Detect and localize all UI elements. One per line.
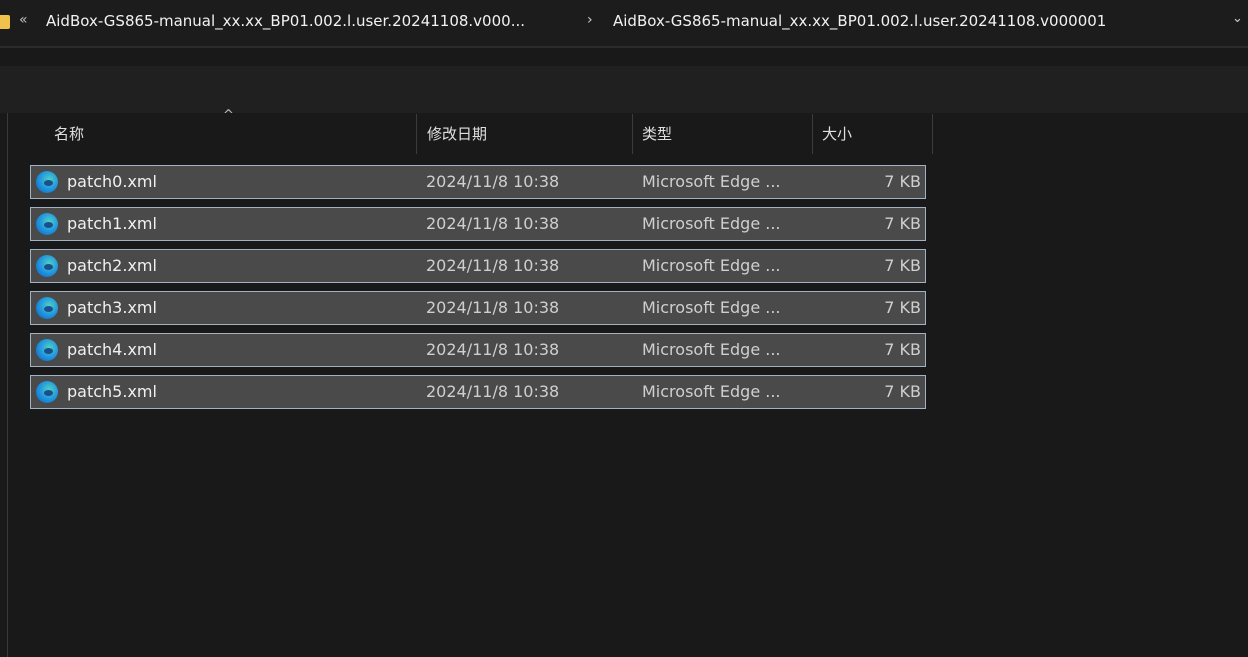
breadcrumb-overflow-icon[interactable]: «	[19, 12, 28, 28]
file-name: patch1.xml	[67, 214, 157, 233]
file-type: Microsoft Edge ...	[642, 256, 781, 275]
column-header-date[interactable]: 修改日期	[427, 114, 487, 154]
file-name: patch2.xml	[67, 256, 157, 275]
nav-pane-divider[interactable]	[7, 113, 8, 657]
folder-icon	[0, 15, 10, 29]
file-type: Microsoft Edge ...	[642, 382, 781, 401]
file-name: patch5.xml	[67, 382, 157, 401]
breadcrumb-chevron-icon[interactable]: ›	[587, 12, 593, 28]
edge-icon	[36, 381, 58, 403]
file-row[interactable]: patch3.xml 2024/11/8 10:38 Microsoft Edg…	[30, 291, 926, 325]
file-type: Microsoft Edge ...	[642, 172, 781, 191]
edge-icon	[36, 297, 58, 319]
column-separator[interactable]	[416, 114, 417, 154]
file-size: 7 KB	[884, 340, 921, 359]
breadcrumb-parent[interactable]: AidBox-GS865-manual_xx.xx_BP01.002.l.use…	[46, 12, 525, 30]
file-date: 2024/11/8 10:38	[426, 172, 560, 191]
file-row[interactable]: patch5.xml 2024/11/8 10:38 Microsoft Edg…	[30, 375, 926, 409]
file-type: Microsoft Edge ...	[642, 298, 781, 317]
file-size: 7 KB	[884, 256, 921, 275]
file-size: 7 KB	[884, 298, 921, 317]
file-row[interactable]: patch1.xml 2024/11/8 10:38 Microsoft Edg…	[30, 207, 926, 241]
file-date: 2024/11/8 10:38	[426, 256, 560, 275]
breadcrumb-current[interactable]: AidBox-GS865-manual_xx.xx_BP01.002.l.use…	[613, 12, 1106, 30]
address-bar[interactable]: « AidBox-GS865-manual_xx.xx_BP01.002.l.u…	[0, 0, 1248, 46]
file-size: 7 KB	[884, 382, 921, 401]
file-date: 2024/11/8 10:38	[426, 340, 560, 359]
toolbar	[0, 66, 1248, 113]
file-type: Microsoft Edge ...	[642, 340, 781, 359]
file-row[interactable]: patch4.xml 2024/11/8 10:38 Microsoft Edg…	[30, 333, 926, 367]
column-separator[interactable]	[812, 114, 813, 154]
file-name: patch3.xml	[67, 298, 157, 317]
divider	[0, 46, 1248, 48]
file-size: 7 KB	[884, 172, 921, 191]
edge-icon	[36, 171, 58, 193]
file-type: Microsoft Edge ...	[642, 214, 781, 233]
edge-icon	[36, 339, 58, 361]
file-row[interactable]: patch0.xml 2024/11/8 10:38 Microsoft Edg…	[30, 165, 926, 199]
file-name: patch0.xml	[67, 172, 157, 191]
file-size: 7 KB	[884, 214, 921, 233]
column-separator[interactable]	[932, 114, 933, 154]
file-date: 2024/11/8 10:38	[426, 214, 560, 233]
sort-ascending-icon: ^	[223, 108, 234, 123]
column-separator[interactable]	[632, 114, 633, 154]
file-date: 2024/11/8 10:38	[426, 382, 560, 401]
column-header-type[interactable]: 类型	[642, 114, 672, 154]
file-row[interactable]: patch2.xml 2024/11/8 10:38 Microsoft Edg…	[30, 249, 926, 283]
column-header-name[interactable]: 名称	[54, 114, 84, 154]
edge-icon	[36, 213, 58, 235]
column-header-size[interactable]: 大小	[822, 114, 852, 154]
address-dropdown-icon[interactable]: ⌄	[1232, 11, 1243, 26]
file-date: 2024/11/8 10:38	[426, 298, 560, 317]
edge-icon	[36, 255, 58, 277]
file-name: patch4.xml	[67, 340, 157, 359]
